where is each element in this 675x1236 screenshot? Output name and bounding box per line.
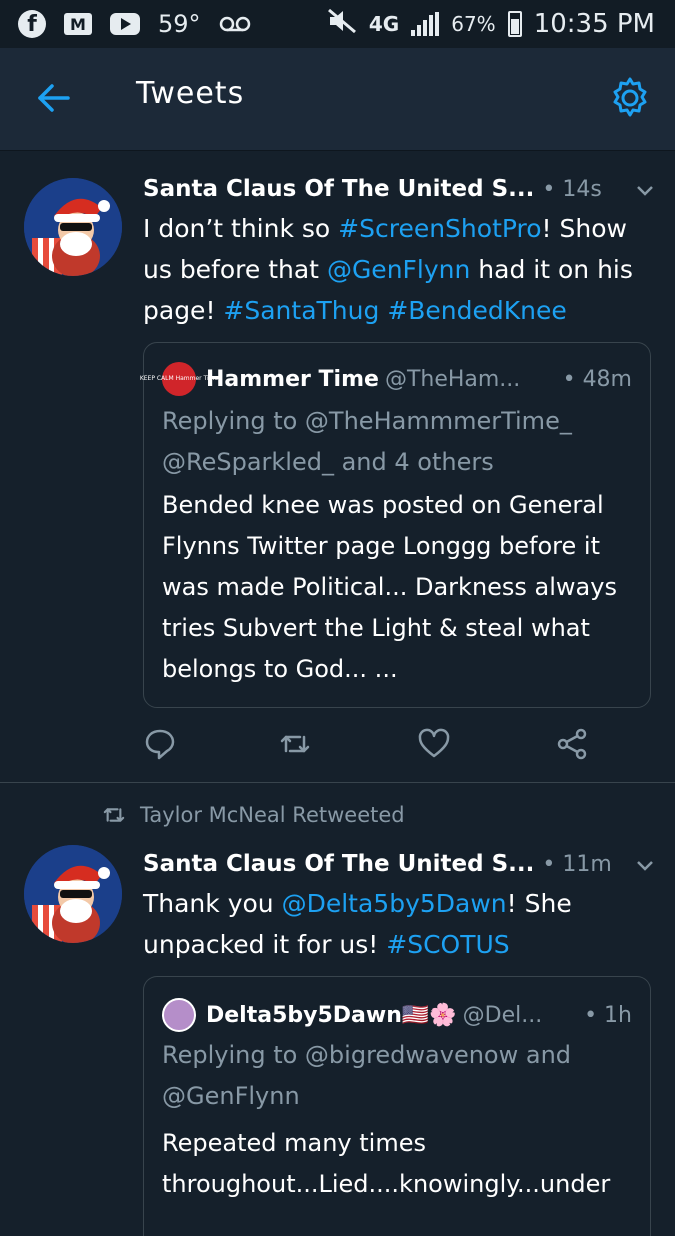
quoted-author-name: Hammer Time [206,366,379,392]
gear-icon [613,77,647,117]
gmail-icon: M [64,13,92,35]
mention-link[interactable]: @GenFlynn [327,255,470,284]
share-icon [557,728,587,760]
quoted-tweet[interactable]: Delta5by5Dawn🇺🇸🌸 @Del... • 1h Replying t… [143,976,651,1236]
quoted-author-handle: @TheHam... [384,366,521,392]
network-type: 4G [368,12,400,36]
like-button[interactable] [417,727,451,761]
retweet-icon [280,735,310,753]
hashtag-link[interactable]: #BendedKnee [387,296,566,325]
chevron-down-icon [637,186,653,196]
avatar[interactable] [24,178,122,276]
signal-icon [411,12,440,36]
quoted-tweet-header: KEEP CALM Hammer Time Hammer Time @TheHa… [140,361,632,397]
tweet-text-segment: Thank you [143,889,282,918]
page-title: Tweets [136,76,245,111]
quoted-tweet[interactable]: KEEP CALM Hammer Time Hammer Time @TheHa… [140,342,651,708]
tweet-text-segment: I don’t think so [143,214,339,243]
reply-icon [145,729,175,760]
avatar[interactable] [24,845,122,943]
hashtag-link[interactable]: #SantaThug [223,296,379,325]
battery-percent: 67% [451,12,496,36]
quoted-author-handle: @Del... [462,1002,543,1028]
retweet-indicator: Taylor McNeal Retweeted [102,803,405,827]
tweet-text: I don’t think so #ScreenShotPro! Show us… [143,208,655,331]
tweet-header: Santa Claus Of The United S... • 14s [143,170,655,208]
replying-to: Replying to @bigredwavenow and @GenFlynn [162,1041,572,1110]
quoted-tweet-text: Repeated many times throughout...Lied...… [162,1129,611,1198]
back-arrow-icon [38,84,70,112]
santa-avatar-icon [24,178,122,276]
quoted-tweet-time: • 48m [562,366,632,392]
santa-avatar-icon [24,845,122,943]
avatar: KEEP CALM Hammer Time [140,362,218,396]
back-button[interactable] [36,80,72,116]
battery-icon [507,11,522,37]
settings-button[interactable] [608,76,652,120]
youtube-icon [110,13,140,35]
quoted-tweet-header: Delta5by5Dawn🇺🇸🌸 @Del... • 1h [162,997,632,1033]
mute-icon [327,8,357,40]
app-header: Tweets [0,48,675,151]
tweet-menu-button[interactable] [635,179,655,199]
heart-icon [418,728,450,758]
hashtag-link[interactable]: #ScreenShotPro [338,214,541,243]
tweet-header: Santa Claus Of The United S... • 11m [143,845,655,883]
clock: 10:35 PM [533,9,655,39]
retweet-icon [103,808,125,822]
tweet-time: • 14s [542,176,602,202]
quoted-tweet-time: • 1h [584,1002,632,1028]
tweet[interactable]: Taylor McNeal Retweeted Santa Claus Of T… [0,783,675,1236]
tweet[interactable]: Santa Claus Of The United S... • 14s I d… [0,150,675,783]
hashtag-link[interactable]: #SCOTUS [386,930,509,959]
tweet-actions [143,727,603,763]
tweet-menu-button[interactable] [635,854,655,874]
retweeted-by[interactable]: Taylor McNeal Retweeted [140,803,405,827]
tweet-text: Thank you @Delta5by5Dawn! She unpacked i… [143,883,655,965]
tweet-time: • 11m [542,851,612,877]
mention-link[interactable]: @Delta5by5Dawn [282,889,507,918]
reply-button[interactable] [143,727,177,761]
replying-to: Replying to @TheHammmerTime_ @ReSparkled… [162,407,572,476]
facebook-icon: f [18,10,46,38]
author-name[interactable]: Santa Claus Of The United S... [143,851,534,877]
temperature: 59° [158,10,201,38]
chevron-down-icon [637,861,653,871]
avatar [162,998,196,1032]
retweet-button[interactable] [278,727,312,761]
status-bar: f M 59° 4G 67% 10:35 PM [0,0,675,48]
share-button[interactable] [555,727,589,761]
voicemail-icon [219,10,251,38]
author-name[interactable]: Santa Claus Of The United S... [143,176,534,202]
quoted-author-name: Delta5by5Dawn🇺🇸🌸 [206,1002,457,1028]
quoted-tweet-text: Bended knee was posted on General Flynns… [162,491,617,683]
